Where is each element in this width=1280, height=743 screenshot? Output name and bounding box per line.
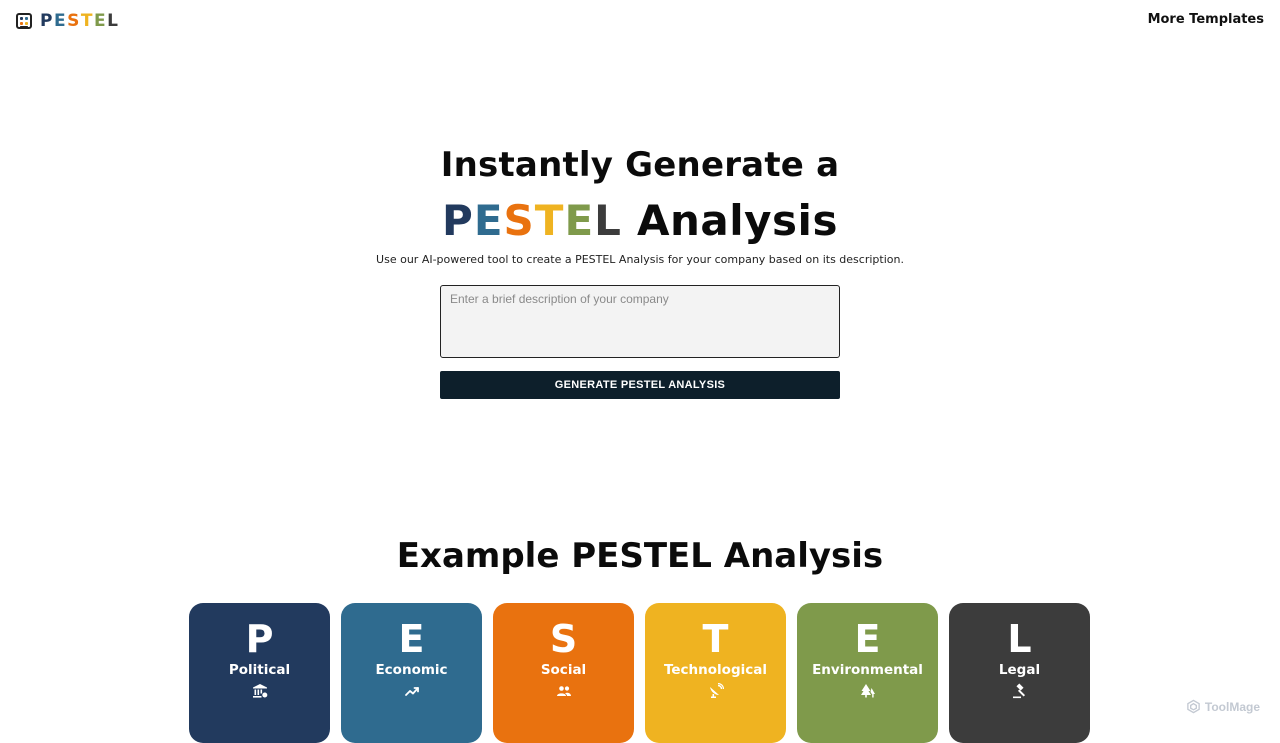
gavel-icon [949,683,1090,701]
brand-letter: E [53,11,68,31]
grid-logo-icon [16,13,32,29]
hero-heading-line2: PESTEL Analysis [0,196,1280,245]
brand-letter: L [107,11,120,31]
brand-letter: T [80,11,94,31]
card-letter: E [854,617,881,661]
pestel-cards: P Political E Economic S Social T Techno… [189,603,1090,743]
card-letter: T [702,617,729,661]
pestel-colored-word: PESTEL [442,196,622,245]
brand-letter: E [93,11,108,31]
pestel-card-legal[interactable]: L Legal [949,603,1090,743]
card-letter: E [398,617,425,661]
pestel-letter: E [473,196,504,245]
hero-heading-line1: Instantly Generate a [440,145,840,185]
watermark-label: ToolMage [1204,699,1260,714]
card-title: Political [228,662,291,678]
pestel-card-political[interactable]: P Political [189,603,330,743]
pestel-letter: P [442,196,474,245]
toolmage-logo-icon [1187,699,1200,714]
generate-pestel-button[interactable]: GENERATE PESTEL ANALYSIS [440,371,840,399]
forest-trees-icon [797,683,938,701]
hero-heading-suffix: Analysis [637,196,838,245]
card-title: Economic [375,662,448,678]
card-letter: L [1007,617,1032,661]
pestel-card-technological[interactable]: T Technological [645,603,786,743]
people-icon [493,683,634,701]
card-letter: P [245,617,274,661]
card-title: Environmental [812,662,923,678]
trending-up-icon [341,683,482,701]
example-section-title: Example PESTEL Analysis [396,536,884,576]
company-description-input[interactable] [440,285,840,358]
pestel-letter: T [534,196,565,245]
card-title: Social [540,662,587,678]
pestel-card-economic[interactable]: E Economic [341,603,482,743]
card-title: Technological [663,662,767,678]
pestel-letter: E [564,196,595,245]
card-letter: S [549,617,578,661]
toolmage-watermark: ToolMage [1186,699,1260,714]
pestel-letter: L [594,196,622,245]
brand-letter: P [40,11,54,31]
more-templates-link[interactable]: More Templates [1148,12,1264,27]
pestel-card-social[interactable]: S Social [493,603,634,743]
satellite-dish-icon [645,683,786,701]
card-title: Legal [998,662,1041,678]
brand-logo[interactable]: PESTEL [16,11,119,31]
pestel-letter: S [503,196,535,245]
pestel-card-environmental[interactable]: E Environmental [797,603,938,743]
brand-letter: S [67,11,81,31]
brand-name: PESTEL [40,11,119,31]
government-building-icon [189,683,330,701]
hero-subtitle: Use our AI-powered tool to create a PEST… [376,253,904,266]
